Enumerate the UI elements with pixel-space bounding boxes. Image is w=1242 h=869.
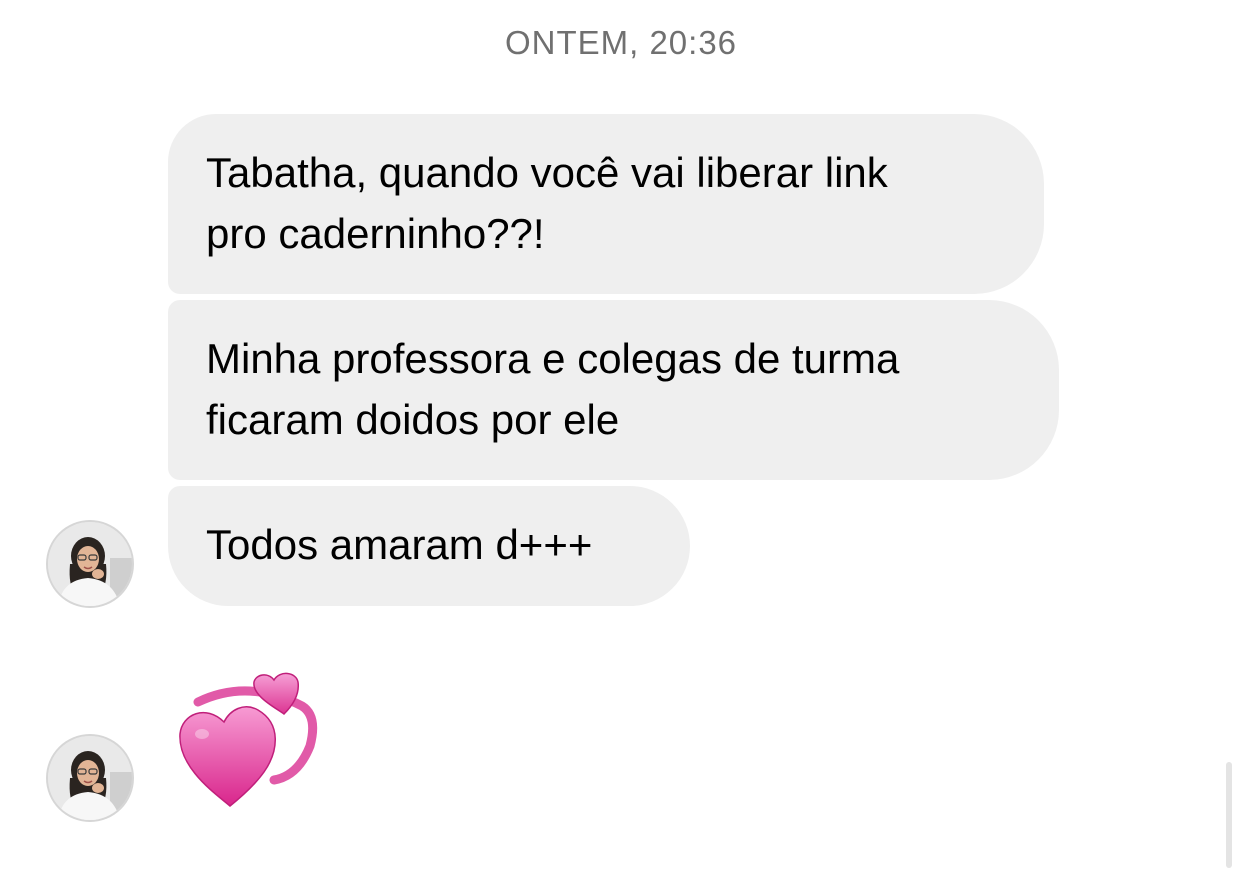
message-bubble[interactable]: Todos amaram d+++ bbox=[168, 486, 690, 606]
message-text-line: Todos amaram d+++ bbox=[206, 521, 593, 568]
avatar-image bbox=[48, 522, 132, 606]
avatar-image bbox=[48, 736, 132, 820]
sender-avatar[interactable] bbox=[48, 522, 132, 606]
message-text-line: ficaram doidos por ele bbox=[206, 396, 620, 443]
sender-avatar[interactable] bbox=[48, 736, 132, 820]
message-bubble[interactable]: Minha professora e colegas de turma fica… bbox=[168, 300, 1059, 480]
message-text-line: Tabatha, quando você vai liberar link bbox=[206, 149, 888, 196]
message-text-line: pro caderninho??! bbox=[206, 210, 545, 257]
message-bubble[interactable]: Tabatha, quando você vai liberar link pr… bbox=[168, 114, 1044, 294]
revolving-hearts-icon[interactable] bbox=[178, 672, 318, 808]
scrollbar[interactable] bbox=[1226, 762, 1232, 868]
message-text-line: Minha professora e colegas de turma bbox=[206, 335, 900, 382]
message-timestamp: ONTEM, 20:36 bbox=[504, 24, 738, 61]
